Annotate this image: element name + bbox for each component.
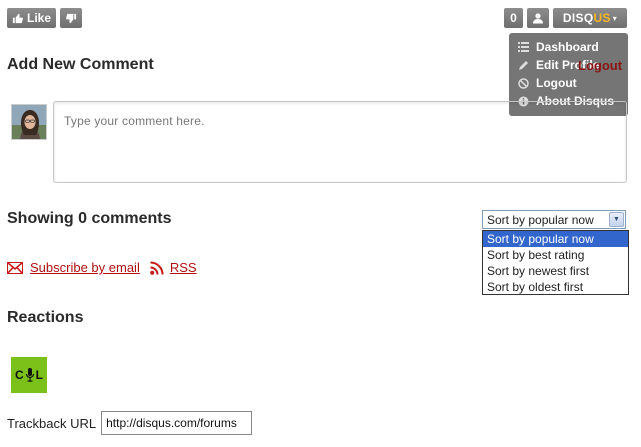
reaction-source-logo[interactable]: C L: [11, 357, 47, 393]
menu-item-logout[interactable]: Logout: [509, 74, 628, 92]
sort-select[interactable]: Sort by popular now ▼: [482, 210, 626, 229]
comment-count: 0: [510, 11, 517, 25]
rss-icon: [150, 261, 164, 275]
chevron-down-icon[interactable]: ▼: [609, 212, 624, 227]
sort-selected-value: Sort by popular now: [487, 212, 594, 227]
thumbs-up-icon: [12, 13, 23, 23]
sort-option[interactable]: Sort by newest first: [483, 263, 628, 279]
pencil-icon: [517, 59, 529, 71]
menu-item-dashboard[interactable]: Dashboard: [509, 38, 628, 56]
logout-link[interactable]: Logout: [578, 58, 622, 73]
list-icon: [517, 41, 529, 53]
comments-count-heading: Showing 0 comments: [7, 210, 172, 227]
menu-item-label: Dashboard: [536, 40, 599, 54]
avatar: [11, 104, 47, 140]
comment-textarea[interactable]: Type your comment here.: [53, 101, 627, 183]
add-comment-heading: Add New Comment: [7, 56, 154, 73]
subscribe-email-link[interactable]: Subscribe by email: [30, 260, 140, 275]
subscribe-row: Subscribe by email RSS: [7, 260, 197, 275]
trackback-label: Trackback URL: [7, 415, 97, 431]
sort-option[interactable]: Sort by best rating: [483, 247, 628, 263]
disqus-menu-button[interactable]: DISQUS ▾: [553, 8, 627, 28]
disqus-logo: DISQUS: [562, 11, 611, 25]
sort-option[interactable]: Sort by popular now: [483, 231, 628, 247]
sort-option[interactable]: Sort by oldest first: [483, 279, 628, 295]
comment-count-button[interactable]: 0: [504, 8, 523, 28]
user-button[interactable]: [527, 8, 549, 28]
microphone-icon: [25, 368, 34, 382]
trackback-row: Trackback URL: [7, 411, 253, 435]
sort-options-list: Sort by popular now Sort by best rating …: [482, 230, 629, 295]
no-entry-icon: [517, 77, 529, 89]
trackback-url-input[interactable]: [101, 411, 253, 435]
rss-link[interactable]: RSS: [170, 260, 197, 275]
chevron-down-icon: ▾: [612, 13, 618, 23]
thumbs-down-icon: [65, 13, 76, 23]
dislike-button[interactable]: [60, 8, 82, 28]
like-label: Like: [26, 11, 51, 25]
mail-icon: [7, 261, 23, 274]
user-icon: [533, 13, 543, 24]
like-button[interactable]: Like: [7, 8, 56, 28]
reactions-heading: Reactions: [7, 309, 84, 326]
comment-placeholder: Type your comment here.: [64, 114, 205, 128]
menu-item-label: Logout: [536, 76, 577, 90]
